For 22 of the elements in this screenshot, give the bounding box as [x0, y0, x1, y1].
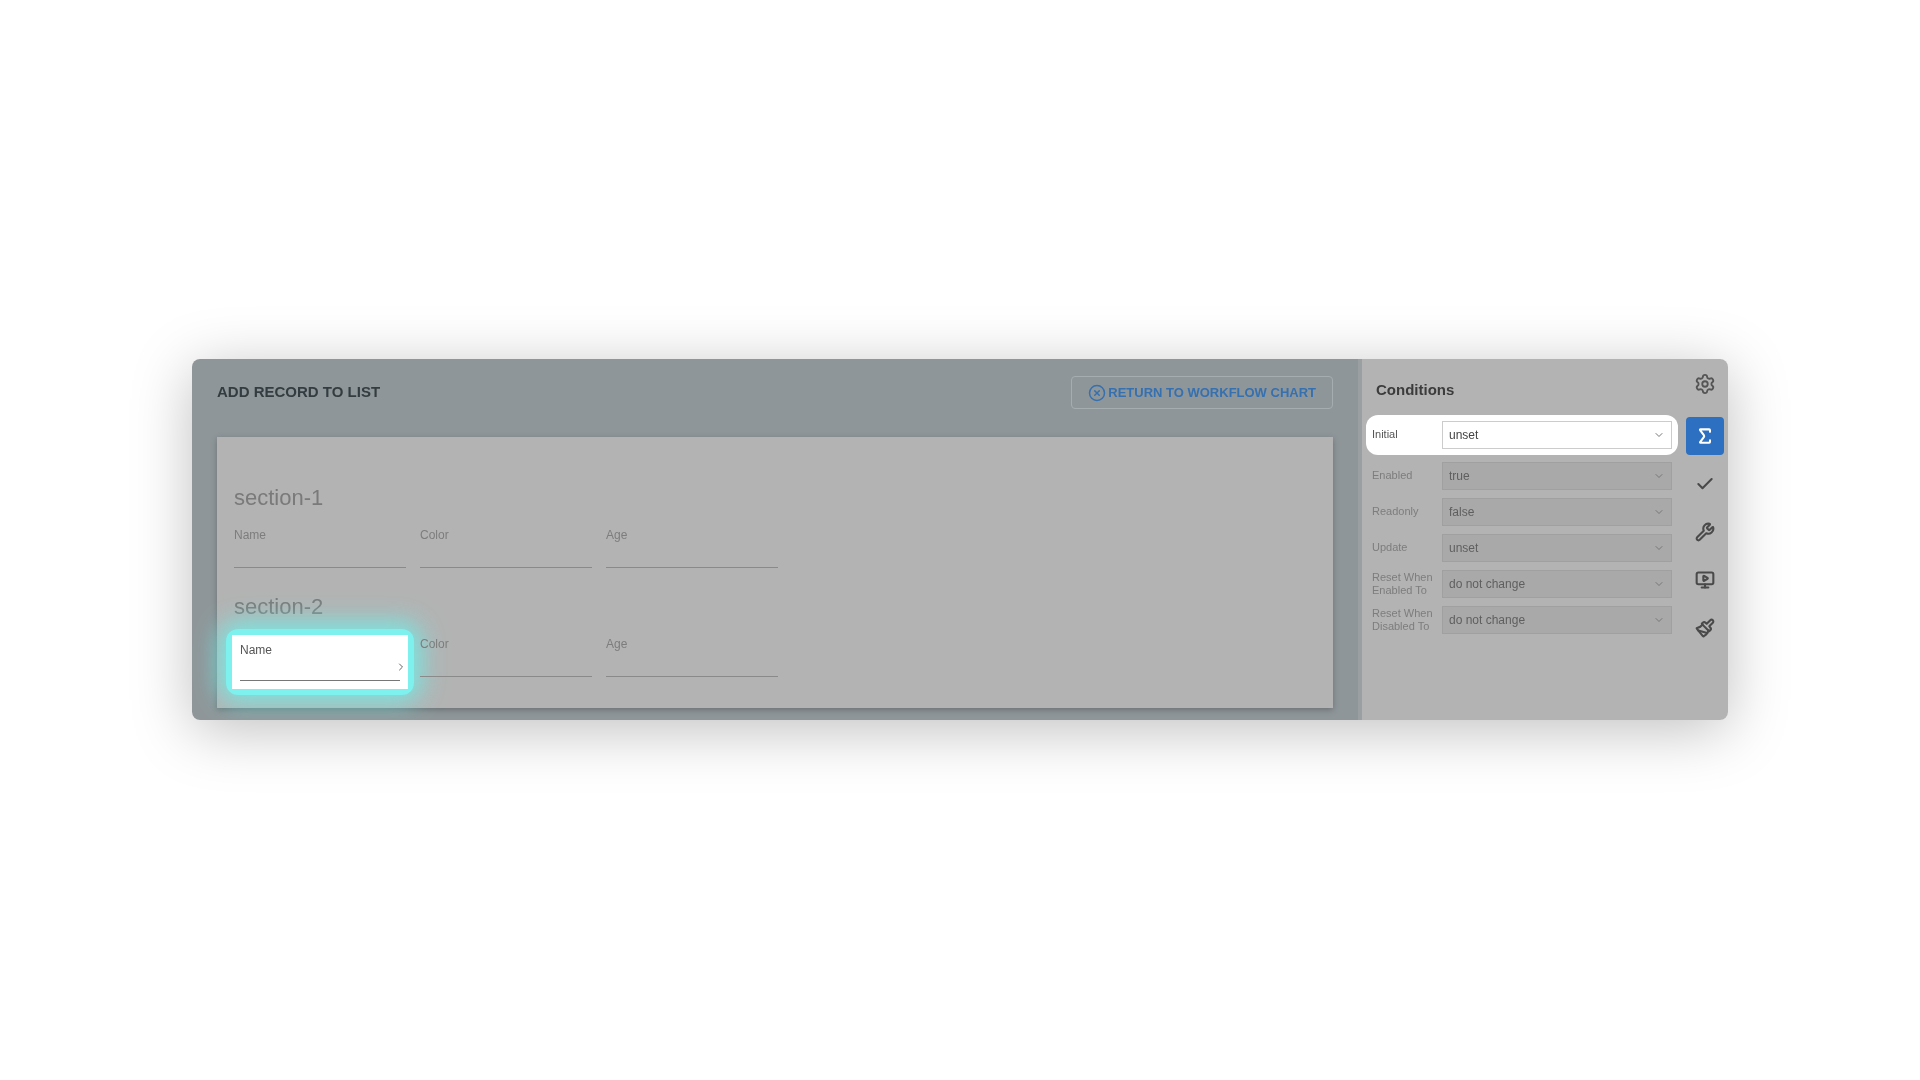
- return-button[interactable]: RETURN TO WORKFLOW CHART: [1071, 376, 1333, 409]
- condition-label: Initial: [1372, 428, 1399, 441]
- brush-icon: [1695, 618, 1715, 638]
- condition-select[interactable]: do not change: [1442, 605, 1672, 634]
- condition-select[interactable]: unset: [1442, 420, 1672, 449]
- name-field[interactable]: Name: [232, 635, 408, 689]
- tool-button[interactable]: [1686, 417, 1724, 455]
- wrench-icon: [1695, 522, 1715, 542]
- condition-select[interactable]: true: [1442, 461, 1672, 490]
- conditions-title: Conditions: [1375, 380, 1456, 400]
- section-heading: section-2: [234, 593, 325, 621]
- settings-icon[interactable]: [1694, 373, 1716, 395]
- field-label: Color: [420, 636, 450, 653]
- section-heading: section-1: [234, 484, 325, 512]
- condition-select[interactable]: false: [1442, 497, 1672, 526]
- field-label: Name: [240, 642, 273, 659]
- close-icon: [1088, 383, 1107, 402]
- text-field[interactable]: Color: [420, 635, 592, 689]
- condition-select[interactable]: do not change: [1442, 569, 1672, 598]
- condition-select[interactable]: unset: [1442, 533, 1672, 562]
- video-icon: [1695, 570, 1715, 590]
- dialog-title: ADD RECORD TO LIST: [217, 382, 381, 403]
